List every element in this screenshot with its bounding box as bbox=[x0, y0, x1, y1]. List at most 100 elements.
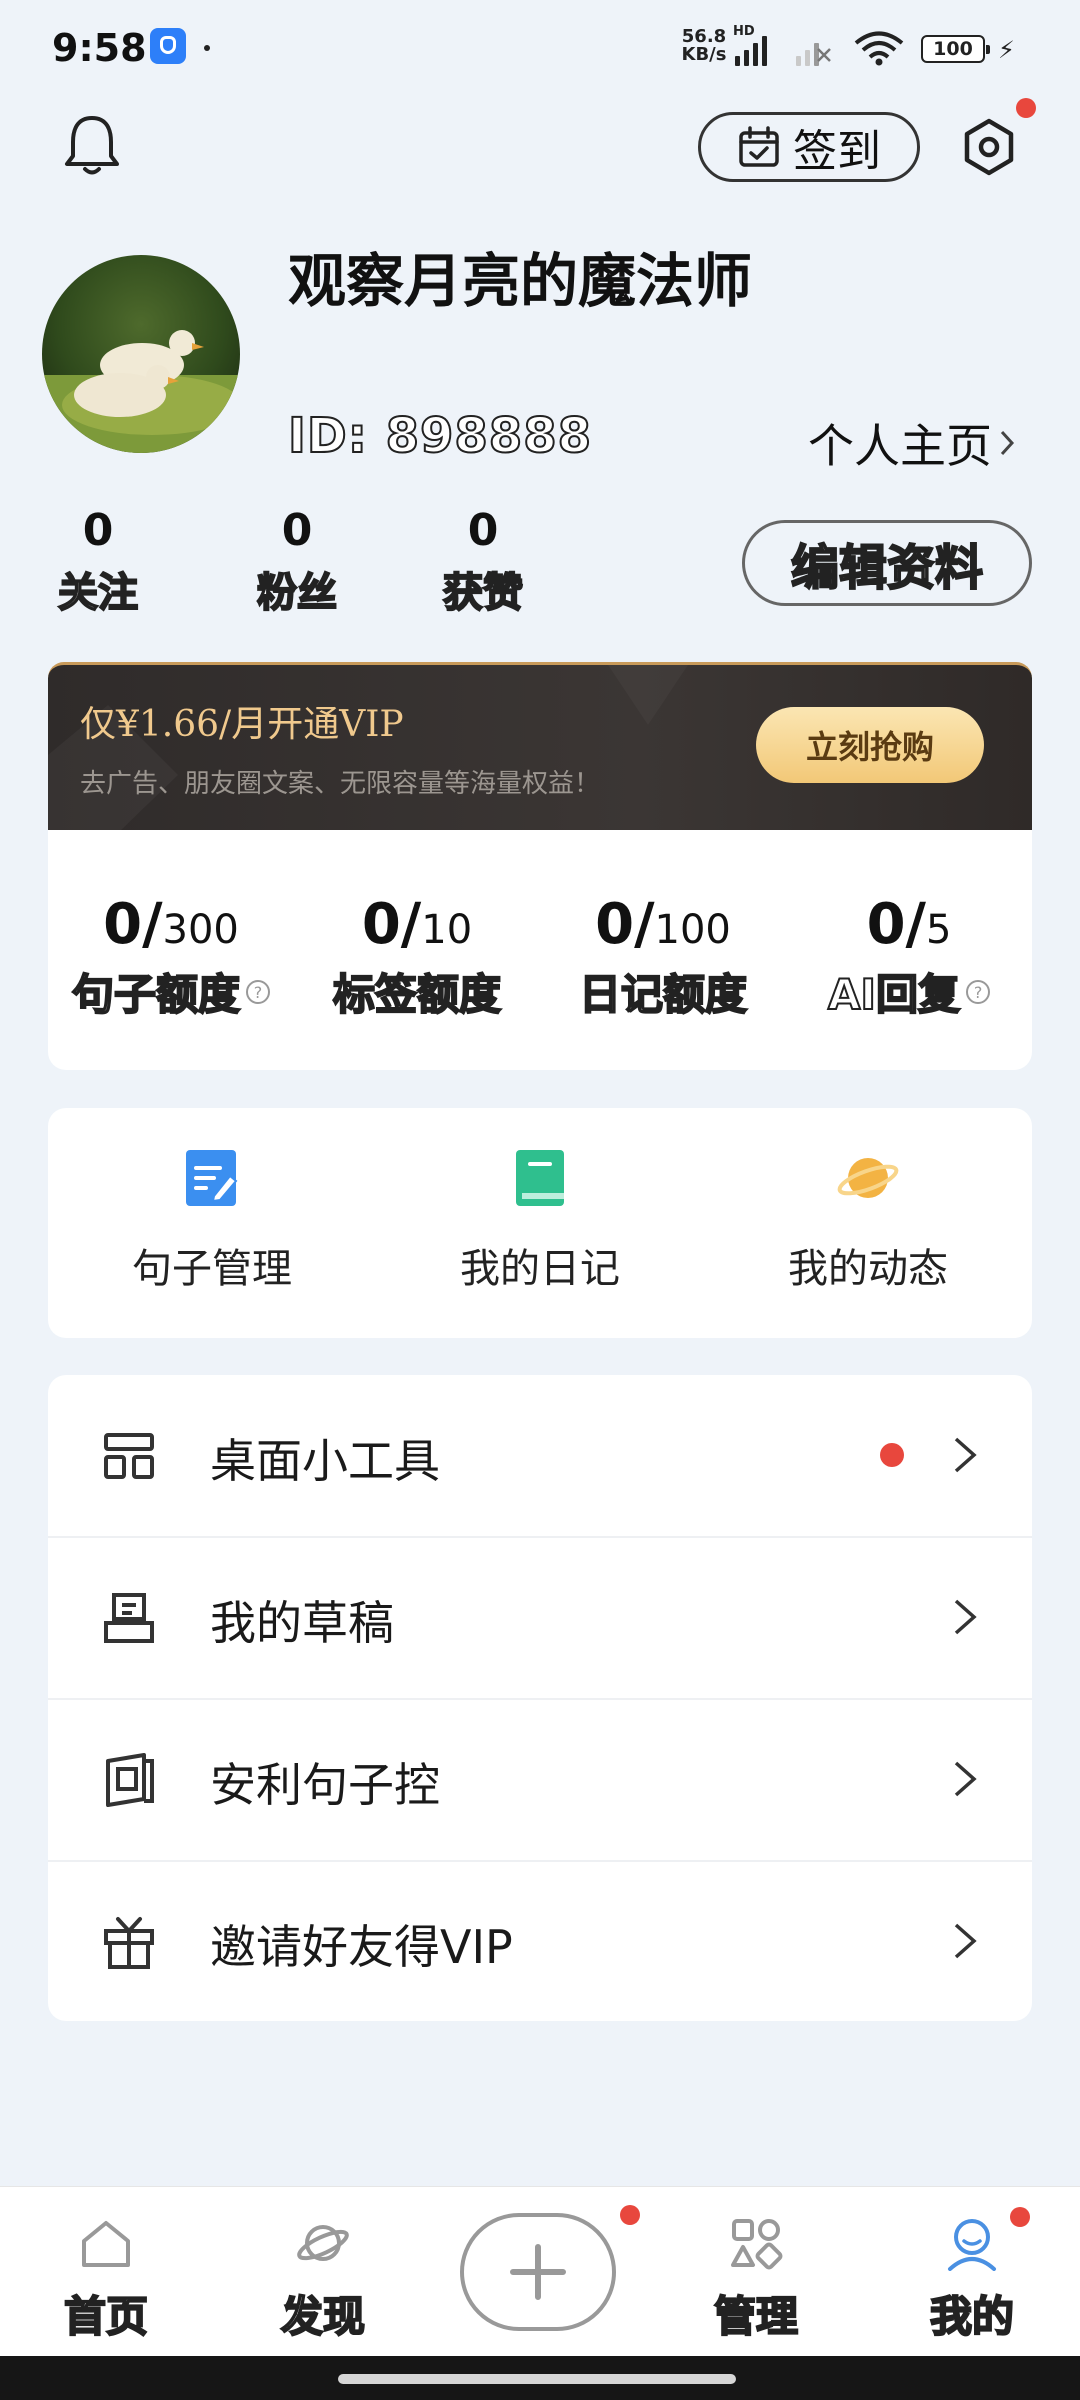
wifi-icon bbox=[854, 31, 904, 66]
quota-label-row: AI回复? bbox=[786, 961, 1032, 1022]
widgets-icon bbox=[104, 1433, 154, 1479]
battery-indicator: 100 bbox=[921, 35, 990, 63]
chevron-right-icon bbox=[954, 1599, 977, 1635]
shortcut-label: 我的动态 bbox=[788, 1246, 948, 1292]
edit-note-icon bbox=[186, 1150, 238, 1206]
quota-limit: 300 bbox=[162, 907, 239, 953]
stat-value: 0 bbox=[281, 505, 313, 556]
quota-used: 0/ bbox=[103, 892, 163, 957]
quota-ai-reply[interactable]: 0/5 AI回复? bbox=[786, 892, 1032, 1022]
status-time: 9:58 bbox=[52, 26, 147, 70]
chevron-right-icon bbox=[954, 1923, 977, 1959]
profile-id: ID: 898888 bbox=[287, 407, 592, 465]
menu-item-label: 邀请好友得VIP bbox=[210, 1920, 513, 1974]
shortcut-sentence-manage[interactable]: 句子管理 bbox=[48, 1146, 376, 1294]
quota-value: 0/10 bbox=[294, 892, 540, 957]
more-notifications-dot bbox=[204, 45, 210, 51]
gift-icon bbox=[104, 1917, 154, 1969]
stat-label: 粉丝 bbox=[256, 569, 338, 617]
menu-item-label: 安利句子控 bbox=[210, 1758, 440, 1812]
quota-tags[interactable]: 0/10 标签额度 bbox=[294, 892, 540, 1022]
stat-value: 0 bbox=[467, 505, 499, 556]
shortcuts-card: 句子管理 我的日记 我的动态 bbox=[48, 1108, 1032, 1338]
menu-item-label: 我的草稿 bbox=[210, 1596, 394, 1650]
menu-item-desktop-widgets[interactable]: 桌面小工具 bbox=[48, 1375, 1032, 1536]
quota-card: 0/300 句子额度? 0/10 标签额度 0/100 日记额度 0/5 AI回… bbox=[48, 830, 1032, 1070]
edit-profile-button[interactable]: 编辑资料 bbox=[742, 520, 1032, 606]
menu-item-drafts[interactable]: 我的草稿 bbox=[48, 1537, 1032, 1698]
bottom-navigation: 首页 发现 管理 我的 bbox=[0, 2186, 1080, 2357]
settings-badge bbox=[1016, 98, 1036, 118]
tab-label: 发现 bbox=[280, 2291, 366, 2342]
quota-diary[interactable]: 0/100 日记额度 bbox=[540, 892, 786, 1022]
planet-icon bbox=[837, 1158, 899, 1198]
quota-label-row: 日记额度 bbox=[540, 961, 786, 1022]
quota-label: AI回复 bbox=[827, 969, 961, 1020]
calendar-check-icon bbox=[739, 126, 779, 167]
home-icon bbox=[82, 2221, 130, 2267]
shortcut-label: 我的日记 bbox=[460, 1246, 620, 1292]
quota-label: 日记额度 bbox=[578, 969, 748, 1020]
shortcut-label: 句子管理 bbox=[132, 1246, 292, 1292]
charging-icon: ⚡ bbox=[998, 36, 1015, 64]
homepage-label: 个人主页 bbox=[808, 419, 992, 473]
checkin-button[interactable]: 签到 bbox=[698, 112, 920, 182]
quota-used: 0/ bbox=[866, 892, 926, 957]
diary-book-icon bbox=[516, 1150, 564, 1206]
personal-homepage-link[interactable]: 个人主页 bbox=[808, 410, 1016, 476]
quota-limit: 100 bbox=[654, 907, 731, 953]
stat-label: 关注 bbox=[57, 569, 139, 617]
create-badge bbox=[620, 2205, 640, 2225]
vip-subtitle: 去广告、朋友圈文案、无限容量等海量权益！ bbox=[80, 769, 601, 799]
quota-limit: 5 bbox=[925, 907, 952, 953]
vip-banner[interactable]: 仅¥1.66/月开通VIP 去广告、朋友圈文案、无限容量等海量权益！ 立刻抢购 bbox=[48, 662, 1032, 830]
tab-mine[interactable]: 我的 bbox=[902, 2215, 1042, 2344]
shortcut-my-moments[interactable]: 我的动态 bbox=[704, 1146, 1032, 1294]
app-notification-icon bbox=[150, 28, 186, 64]
user-icon bbox=[948, 2219, 996, 2271]
quota-label-row: 句子额度? bbox=[48, 961, 294, 1022]
avatar[interactable] bbox=[42, 255, 240, 453]
profile-name: 观察月亮的魔法师 bbox=[288, 247, 753, 315]
menu-item-label: 桌面小工具 bbox=[210, 1434, 440, 1488]
help-icon[interactable]: ? bbox=[966, 979, 991, 1004]
stat-following[interactable]: 0 关注 bbox=[43, 505, 153, 618]
tab-home[interactable]: 首页 bbox=[36, 2215, 176, 2344]
bell-icon[interactable] bbox=[60, 112, 124, 178]
tab-label: 管理 bbox=[713, 2291, 799, 2342]
network-speed-unit: KB/s bbox=[681, 44, 727, 65]
shortcut-my-diary[interactable]: 我的日记 bbox=[376, 1146, 704, 1294]
chevron-right-icon bbox=[954, 1761, 977, 1797]
avatar-image bbox=[42, 255, 240, 453]
chevron-right-icon bbox=[1000, 430, 1015, 456]
quota-limit: 10 bbox=[421, 907, 473, 953]
quota-value: 0/100 bbox=[540, 892, 786, 957]
home-gesture-handle[interactable] bbox=[338, 2374, 736, 2384]
vip-title: 仅¥1.66/月开通VIP bbox=[80, 704, 404, 745]
quota-label: 句子额度 bbox=[71, 969, 241, 1020]
signal-strength-icon bbox=[735, 34, 769, 66]
draft-tray-icon bbox=[104, 1593, 154, 1643]
mine-badge bbox=[1010, 2207, 1030, 2227]
share-app-icon bbox=[106, 1753, 154, 1807]
quota-sentences[interactable]: 0/300 句子额度? bbox=[48, 892, 294, 1022]
tab-label: 我的 bbox=[929, 2291, 1015, 2342]
menu-item-recommend-app[interactable]: 安利句子控 bbox=[48, 1699, 1032, 1860]
stat-followers[interactable]: 0 粉丝 bbox=[242, 505, 352, 618]
menu-item-invite-friends[interactable]: 邀请好友得VIP bbox=[48, 1861, 1032, 2021]
signal-no-service-icon bbox=[796, 34, 831, 66]
create-post-button[interactable] bbox=[460, 2213, 616, 2331]
tab-discover[interactable]: 发现 bbox=[253, 2215, 393, 2344]
help-icon[interactable]: ? bbox=[246, 979, 270, 1004]
stat-label: 获赞 bbox=[442, 569, 524, 617]
tab-manage[interactable]: 管理 bbox=[686, 2215, 826, 2344]
stat-likes[interactable]: 0 获赞 bbox=[428, 505, 538, 618]
new-badge bbox=[880, 1443, 904, 1467]
settings-icon[interactable] bbox=[958, 116, 1020, 178]
vip-buy-button[interactable]: 立刻抢购 bbox=[756, 707, 984, 783]
quota-label-row: 标签额度 bbox=[294, 961, 540, 1022]
shapes-icon bbox=[731, 2219, 783, 2270]
quota-value: 0/300 bbox=[48, 892, 294, 957]
network-speed: 56.8 KB/s bbox=[676, 28, 732, 64]
chevron-right-icon bbox=[954, 1437, 977, 1473]
